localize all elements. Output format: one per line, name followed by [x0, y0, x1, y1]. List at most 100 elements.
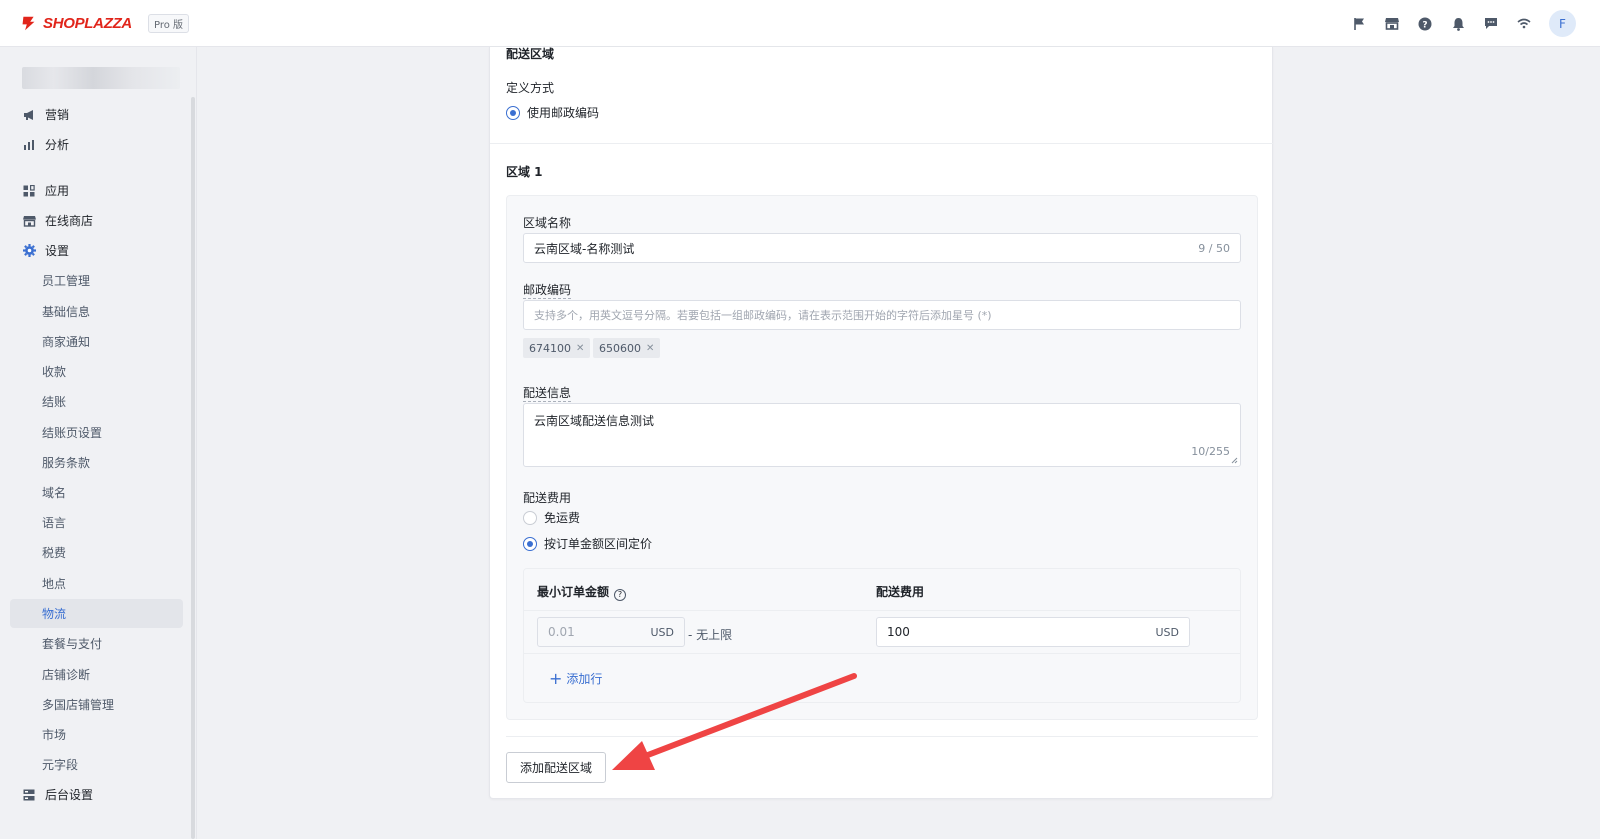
sidebar-item-label: 地点	[42, 577, 67, 591]
radio-label: 按订单金额区间定价	[544, 537, 653, 551]
fee-value: 100	[887, 625, 910, 639]
sidebar-item-terms[interactable]: 服务条款	[10, 448, 183, 477]
plan-badge: Pro 版	[147, 13, 190, 33]
sidebar-item-metafields[interactable]: 元字段	[10, 750, 183, 779]
sidebar-scrollbar[interactable]	[191, 97, 195, 839]
sidebar-item-shipping[interactable]: 物流	[10, 599, 183, 628]
resize-handle-icon[interactable]	[1231, 457, 1238, 464]
sidebar-item-multi-store[interactable]: 多国店铺管理	[10, 690, 183, 719]
sidebar-item-plan-billing[interactable]: 套餐与支付	[10, 629, 183, 658]
close-icon[interactable]: ✕	[646, 343, 654, 354]
avatar[interactable]: F	[1549, 10, 1576, 37]
column-header-fee: 配送费用	[876, 585, 925, 599]
help-icon[interactable]: ?	[1417, 16, 1433, 32]
wifi-icon[interactable]	[1516, 16, 1532, 32]
define-method-label: 定义方式	[506, 81, 555, 95]
sidebar-item-locations[interactable]: 地点	[10, 569, 183, 598]
shipping-info-value: 云南区域配送信息测试	[534, 414, 655, 428]
shipping-zone-card: 配送区域 定义方式 使用邮政编码 区域 1 区域名称 云南区域-名称测试 9 /…	[489, 47, 1274, 799]
sidebar-item-basic-info[interactable]: 基础信息	[10, 297, 183, 326]
price-range-table: 最小订单金额? 配送费用 0.01 USD - 无上限 100 USD + 添加…	[523, 568, 1241, 703]
region-title: 区域 1	[506, 165, 543, 179]
region-name-label: 区域名称	[523, 216, 572, 230]
sidebar-item-settings[interactable]: 设置	[10, 236, 183, 265]
sidebar-item-label: 域名	[42, 486, 67, 500]
sidebar-item-marketing[interactable]: 营销	[10, 100, 183, 129]
sidebar-item-apps[interactable]: 应用	[10, 176, 183, 205]
radio-selected[interactable]	[523, 536, 537, 551]
sidebar-item-notifications[interactable]: 商家通知	[10, 327, 183, 356]
postal-tag: 674100 ✕	[523, 338, 591, 358]
top-bar: SHOPLAZZA Pro 版 ? F	[0, 0, 1600, 47]
sidebar-item-label: 分析	[45, 138, 70, 152]
sidebar-item-payments[interactable]: 收款	[10, 357, 183, 386]
shipping-info-counter: 10/255	[1191, 445, 1230, 458]
sidebar-item-staff[interactable]: 员工管理	[10, 266, 183, 295]
svg-text:?: ?	[1422, 20, 1427, 30]
sidebar-item-analytics[interactable]: 分析	[10, 130, 183, 159]
shipping-fee-label: 配送费用	[523, 491, 572, 505]
sidebar-item-label: 物流	[42, 607, 67, 621]
sidebar-item-label: 应用	[45, 184, 70, 198]
sidebar-item-label: 后台设置	[45, 788, 94, 802]
sidebar-item-label: 市场	[42, 728, 67, 742]
divider	[490, 143, 1274, 144]
radio-label: 使用邮政编码	[527, 106, 600, 120]
fee-option-by-amount[interactable]: 按订单金额区间定价	[523, 535, 652, 552]
store-name-blurred[interactable]	[22, 67, 180, 89]
sidebar-item-label: 结账	[42, 395, 67, 409]
column-header-label: 最小订单金额	[537, 585, 610, 599]
table-row: 0.01 USD - 无上限 100 USD	[524, 611, 1240, 654]
shipping-info-label: 配送信息	[523, 386, 572, 402]
sidebar-item-store-diagnosis[interactable]: 店铺诊断	[10, 660, 183, 689]
min-amount-input[interactable]: 0.01 USD	[537, 617, 685, 647]
sidebar-item-markets[interactable]: 市场	[10, 720, 183, 749]
close-icon[interactable]: ✕	[576, 343, 584, 354]
sidebar-item-online-store[interactable]: 在线商店	[10, 206, 183, 235]
add-zone-button[interactable]: 添加配送区域	[506, 752, 607, 783]
table-header: 最小订单金额? 配送费用	[524, 569, 1240, 611]
currency-unit: USD	[650, 625, 674, 639]
postal-tag-text: 650600	[599, 341, 641, 355]
radio-label: 免运费	[544, 511, 581, 525]
sidebar-item-label: 营销	[45, 108, 70, 122]
radio-unselected[interactable]	[523, 510, 537, 525]
sidebar-item-checkout[interactable]: 结账	[10, 387, 183, 416]
region-name-input[interactable]: 云南区域-名称测试 9 / 50	[523, 233, 1241, 263]
bell-icon[interactable]	[1450, 16, 1466, 32]
region-name-counter: 9 / 50	[1198, 241, 1230, 255]
megaphone-icon	[22, 108, 36, 122]
region-name-value: 云南区域-名称测试	[534, 241, 635, 256]
store-icon[interactable]	[1384, 16, 1400, 32]
column-header-min-amount: 最小订单金额?	[537, 583, 627, 601]
sidebar-item-domains[interactable]: 域名	[10, 478, 183, 507]
min-amount-placeholder: 0.01	[548, 625, 575, 639]
sidebar-item-label: 结账页设置	[42, 426, 103, 440]
fee-option-free[interactable]: 免运费	[523, 509, 580, 526]
radio-selected[interactable]	[506, 105, 520, 120]
message-icon[interactable]	[1483, 16, 1499, 32]
flag-icon[interactable]	[1351, 16, 1367, 32]
sidebar: 营销 分析 应用 在线商店 设置 员工管理 基础信息 商家通知 收款 结账 结账…	[0, 47, 197, 839]
header-actions: ? F	[1351, 10, 1576, 37]
shipping-info-textarea[interactable]: 云南区域配送信息测试 10/255	[523, 403, 1241, 467]
sidebar-item-label: 基础信息	[42, 305, 91, 319]
server-icon	[22, 788, 36, 802]
sidebar-item-admin-settings[interactable]: 后台设置	[10, 780, 183, 809]
help-icon[interactable]: ?	[614, 588, 627, 601]
sidebar-item-languages[interactable]: 语言	[10, 508, 183, 537]
currency-unit: USD	[1155, 625, 1179, 639]
sidebar-item-label: 员工管理	[42, 274, 91, 288]
sidebar-item-label: 商家通知	[42, 335, 91, 349]
sidebar-item-label: 在线商店	[45, 214, 94, 228]
postal-code-input[interactable]: 支持多个，用英文逗号分隔。若要包括一组邮政编码，请在表示范围开始的字符后添加星号…	[523, 300, 1241, 330]
add-row-button[interactable]: + 添加行	[549, 670, 602, 687]
region-panel: 区域名称 云南区域-名称测试 9 / 50 邮政编码 支持多个，用英文逗号分隔。…	[506, 195, 1258, 720]
sidebar-item-taxes[interactable]: 税费	[10, 538, 183, 567]
sidebar-item-checkout-page[interactable]: 结账页设置	[10, 418, 183, 447]
add-row-label: 添加行	[566, 672, 603, 686]
define-option-postal[interactable]: 使用邮政编码	[506, 104, 599, 121]
brand-logo[interactable]: SHOPLAZZA Pro 版	[20, 13, 190, 33]
fee-input[interactable]: 100 USD	[876, 617, 1190, 647]
sidebar-item-label: 收款	[42, 365, 67, 379]
